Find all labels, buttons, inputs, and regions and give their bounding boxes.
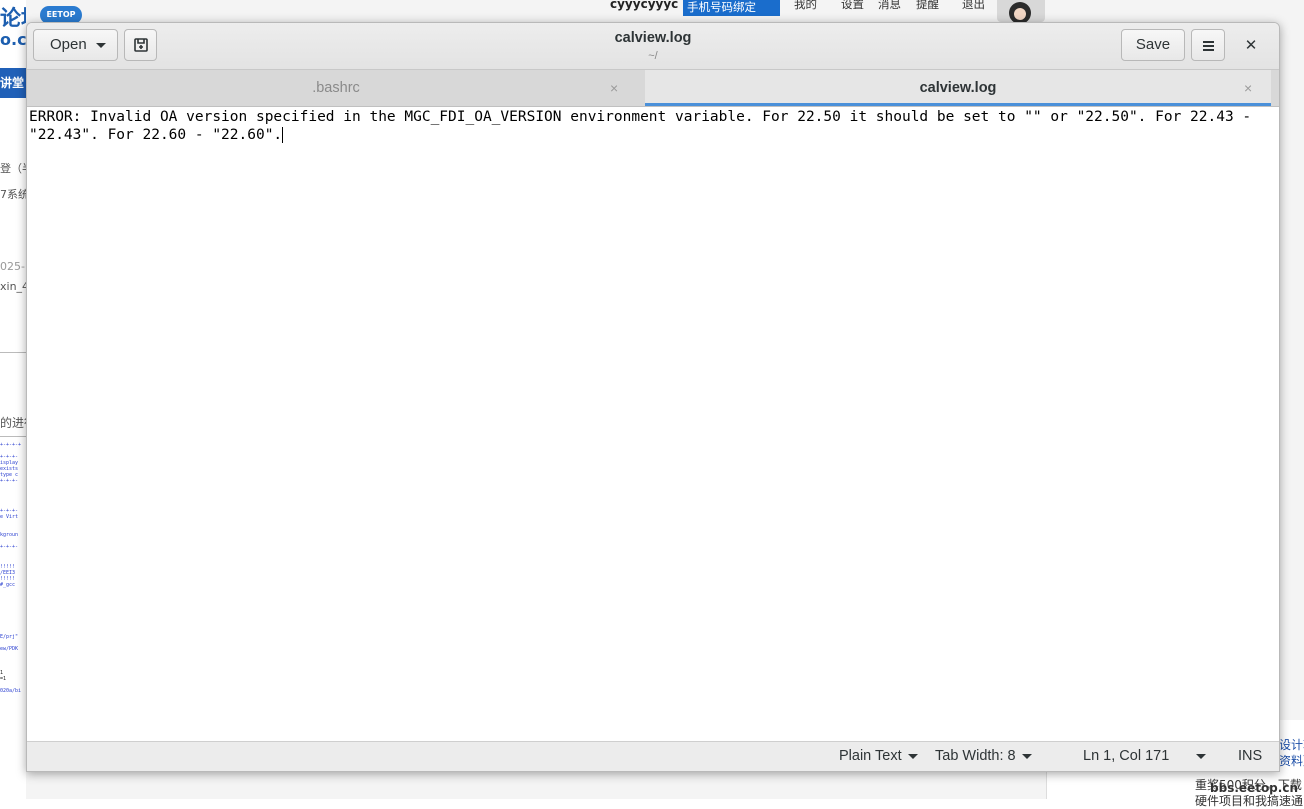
tab-bashrc[interactable]: .bashrc × (27, 70, 645, 106)
chevron-down-icon (1021, 753, 1032, 759)
text-editor-window: Open calview.log ~/ Save ✕ .bashrc × cal… (26, 22, 1280, 772)
header-bar: Open calview.log ~/ Save ✕ (27, 23, 1279, 70)
background-left-strip: 论坛 o.cr 讲堂 登（半 7系统 025- xin_4 的进行 +-+-+-… (0, 0, 26, 799)
background-code-snippet: E/prj" ew/PDK (0, 634, 19, 652)
background-fragment: 025- (0, 260, 25, 273)
background-divider (0, 352, 26, 353)
window-subtitle: ~/ (648, 50, 658, 62)
hamburger-icon (1203, 41, 1214, 53)
background-menu-item: 提醒 (916, 0, 939, 11)
text-cursor (282, 127, 284, 143)
background-username: cyyycyyyc (610, 0, 679, 11)
editor-content[interactable]: ERROR: Invalid OA version specified in t… (29, 108, 1274, 144)
chevron-down-icon (907, 753, 918, 759)
background-fragment: xin_4 (0, 280, 26, 293)
save-button[interactable]: Save (1121, 29, 1185, 61)
cursor-position-selector[interactable]: Ln 1, Col 171 (1083, 742, 1207, 770)
hamburger-menu-button[interactable] (1191, 29, 1225, 61)
background-divider (0, 436, 26, 437)
editor-text: ERROR: Invalid OA version specified in t… (29, 109, 1260, 143)
tab-bar: .bashrc × calview.log × (27, 70, 1279, 107)
language-label: Plain Text (839, 748, 902, 764)
background-code-snippet: +-+-+-+ +-+-+- isplay exists type c +-+-+- (0, 442, 22, 484)
language-selector[interactable]: Plain Text (839, 742, 918, 770)
cursor-position-label: Ln 1, Col 171 (1083, 748, 1170, 764)
background-bind-phone-link: 手机号码绑定 (683, 0, 780, 16)
watermark: bbs.eetop.cn (1210, 781, 1298, 795)
background-code-snippet: +-+-+- e Virt kgroun +-+-+- (0, 508, 19, 550)
background-fragment: 设计软 (1279, 738, 1304, 752)
tab-close-icon[interactable]: × (610, 70, 618, 106)
background-fragment: 登（半 (0, 162, 26, 175)
background-code-snippet: !!!!!/EEI3!!!!! #_gcc (0, 564, 16, 588)
tab-close-icon[interactable]: × (1244, 70, 1252, 106)
tab-label: calview.log (919, 80, 997, 96)
background-fragment: 的进行 (0, 416, 26, 430)
text-editor-area[interactable]: ERROR: Invalid OA version specified in t… (27, 107, 1279, 741)
tab-width-selector[interactable]: Tab Width: 8 (935, 742, 1032, 770)
tab-calview-log[interactable]: calview.log × (645, 70, 1271, 106)
background-logo-domain: o.cr (0, 30, 26, 49)
background-nav-bar: 讲堂 (0, 68, 26, 98)
chevron-down-icon (1196, 753, 1207, 759)
window-title: calview.log (614, 30, 692, 46)
background-menu-item: 我的 (794, 0, 817, 11)
insert-mode-indicator[interactable]: INS (1238, 742, 1262, 770)
background-fragment: 7系统 (0, 188, 26, 201)
status-bar: Plain Text Tab Width: 8 Ln 1, Col 171 IN… (27, 741, 1279, 771)
close-window-button[interactable]: ✕ (1241, 35, 1261, 55)
background-avatar (997, 0, 1045, 22)
tab-label: .bashrc (312, 80, 360, 96)
background-code-snippet: 1 =1 020a/bi (0, 670, 22, 694)
tab-width-label: Tab Width: 8 (935, 748, 1016, 764)
background-fragment: 资料》 (1279, 754, 1304, 768)
background-logo-text: 论坛 (0, 6, 26, 30)
background-menu-item: 退出 (962, 0, 985, 11)
background-menu-item: 设置 (841, 0, 864, 11)
background-menu-item: 消息 (878, 0, 901, 11)
